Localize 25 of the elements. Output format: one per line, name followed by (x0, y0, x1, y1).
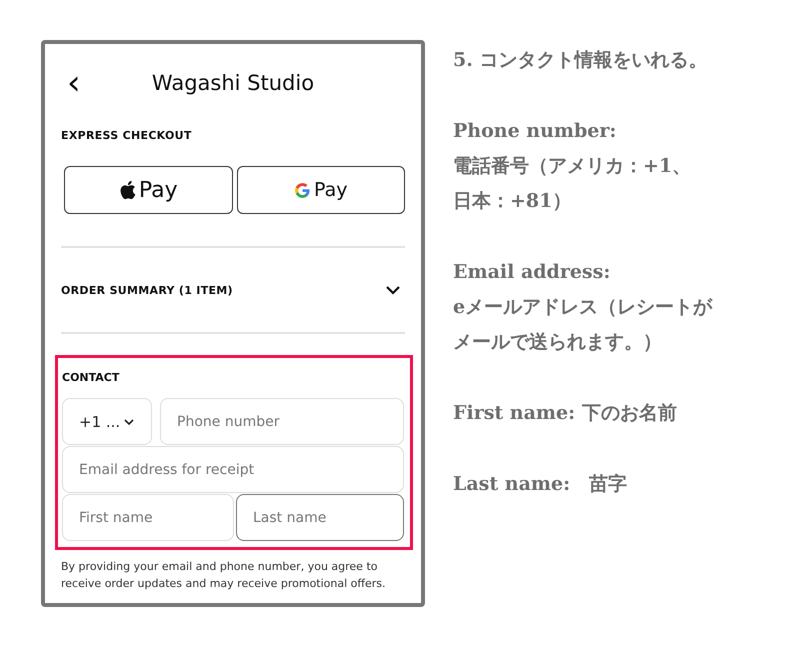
note-text: eメールアドレス（レシートが (453, 295, 712, 320)
note-text: 5. コンタクト情報をいれる。 (453, 48, 708, 73)
note-text: 日本：+81） (453, 189, 572, 214)
chevron-icon (123, 418, 135, 426)
apple-pay-button[interactable]: Pay (64, 166, 232, 214)
back-button[interactable]: ‹ (63, 66, 85, 100)
note-text: Phone number: (453, 119, 618, 144)
note-text: Email address: (453, 260, 612, 285)
country-code-select[interactable]: +1 ... (62, 398, 152, 445)
last-name-field[interactable]: Last name (236, 494, 404, 541)
store-title: Wagashi Studio (152, 71, 314, 95)
section-heading: EXPRESS CHECKOUT (61, 129, 193, 142)
phone-field[interactable]: Phone number (160, 398, 404, 445)
order-summary-toggle[interactable]: ORDER SUMMARY (1 ITEM) (61, 248, 405, 332)
email-field[interactable]: Email address for receipt (62, 446, 404, 493)
first-name-field[interactable]: First name (62, 494, 234, 541)
disclaimer-text: By providing your email and phone number, you agree to receive order updates and may receive promotional offers. (61, 559, 386, 592)
google-icon (294, 182, 311, 198)
note-text: メールで送られます。） (453, 330, 663, 355)
google-pay-button[interactable]: Pay (236, 166, 405, 214)
apple-icon (118, 180, 136, 200)
section-heading: CONTACT (62, 371, 120, 384)
note-text: First name: 下のお名前 (453, 401, 678, 426)
note-text: Last name: 苗字 (453, 472, 628, 497)
note-text: 電話番号（アメリカ：+1、 (453, 154, 692, 179)
